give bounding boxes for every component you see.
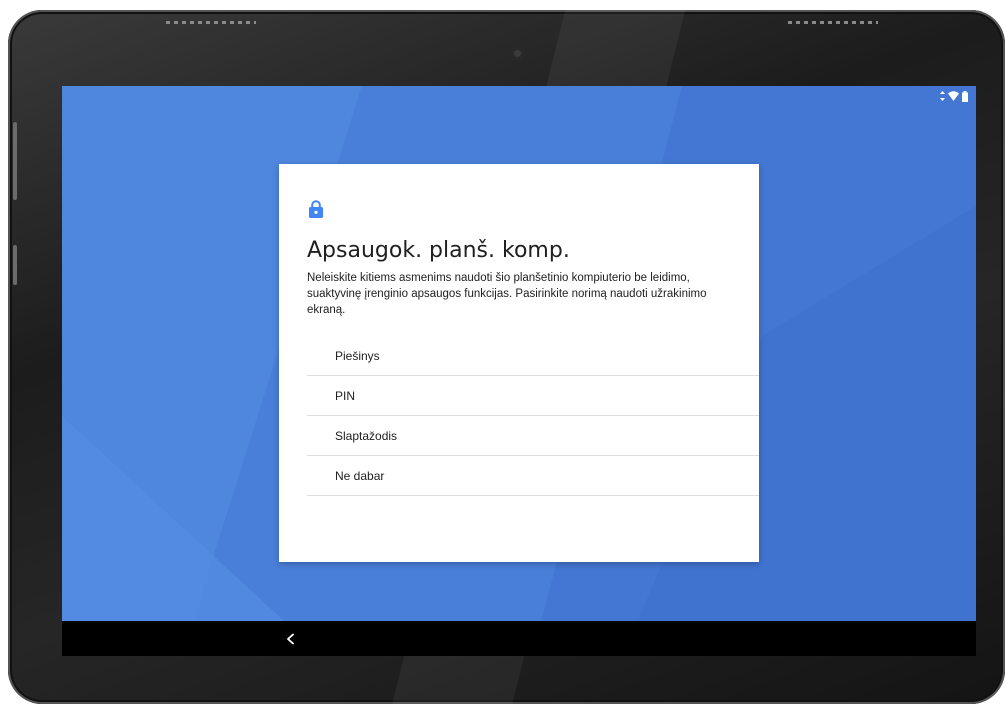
navigation-bar xyxy=(62,621,976,656)
lock-options-list: Piešinys PIN Slaptažodis Ne dabar xyxy=(307,336,759,496)
battery-icon xyxy=(962,90,968,102)
option-label: Piešinys xyxy=(335,348,380,363)
camera-icon xyxy=(512,48,523,59)
status-bar xyxy=(940,89,968,103)
wifi-icon xyxy=(948,91,959,101)
option-label: Slaptažodis xyxy=(335,428,398,443)
option-pin[interactable]: PIN xyxy=(307,376,759,416)
option-not-now[interactable]: Ne dabar xyxy=(307,456,759,496)
volume-button xyxy=(13,245,17,285)
speaker-grille-right xyxy=(788,21,878,24)
data-arrows-icon xyxy=(940,91,945,101)
lock-icon xyxy=(309,200,323,218)
back-chevron-icon[interactable] xyxy=(284,632,298,646)
option-password[interactable]: Slaptažodis xyxy=(307,416,759,456)
tablet-frame: Apsaugok. planš. komp. Neleiskite kitiem… xyxy=(8,10,1005,704)
dialog-description: Neleiskite kitiems asmenims naudoti šio … xyxy=(307,272,707,316)
power-button xyxy=(13,122,17,200)
speaker-grille-left xyxy=(166,21,256,24)
option-label: Ne dabar xyxy=(335,468,385,483)
dialog-title: Apsaugok. planš. komp. xyxy=(307,238,570,263)
option-pattern[interactable]: Piešinys xyxy=(307,336,759,376)
screen-lock-dialog: Apsaugok. planš. komp. Neleiskite kitiem… xyxy=(279,164,759,562)
option-label: PIN xyxy=(335,388,356,403)
screen: Apsaugok. planš. komp. Neleiskite kitiem… xyxy=(62,86,976,656)
